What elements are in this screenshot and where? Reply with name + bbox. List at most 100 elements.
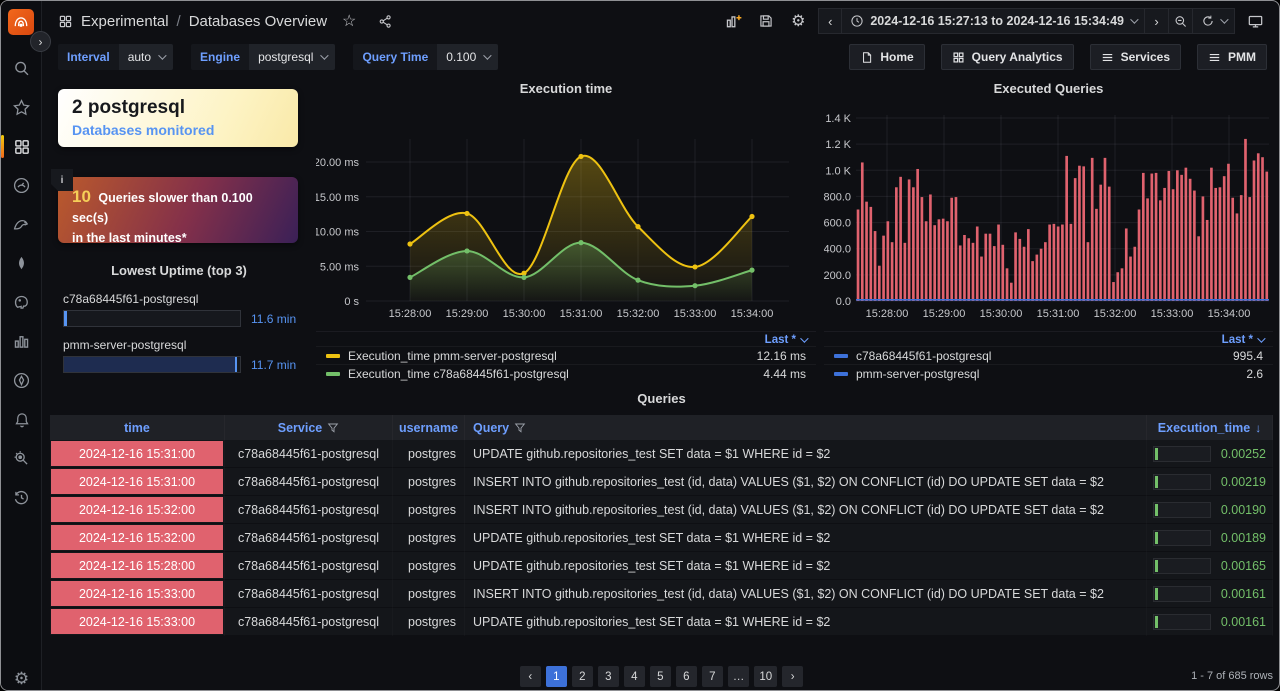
svg-text:400.0: 400.0 <box>824 244 851 256</box>
explore-icon[interactable] <box>1 361 42 400</box>
expand-sidebar-button[interactable]: › <box>30 31 51 52</box>
svg-text:800.0: 800.0 <box>824 191 851 203</box>
column-header-time[interactable]: time <box>50 415 225 440</box>
time-range-button[interactable]: 2024-12-16 15:27:13 to 2024-12-16 15:34:… <box>842 8 1145 34</box>
panel-title: Queries <box>50 391 1273 411</box>
query-analytics-icon[interactable] <box>1 439 42 478</box>
info-corner-icon[interactable]: i <box>51 169 73 191</box>
page-button-7[interactable]: 7 <box>702 666 723 687</box>
cell-service: c78a68445f61-postgresql <box>225 496 393 524</box>
cell-execution-time: 0.00161 <box>1147 608 1273 636</box>
dashboard-settings-icon[interactable]: ⚙ <box>784 8 812 34</box>
legend-row[interactable]: Execution_time c78a68445f61-postgresql 4.… <box>316 364 816 382</box>
save-dashboard-icon[interactable] <box>752 8 780 34</box>
cell-time: 2024-12-16 15:33:00 <box>50 580 225 608</box>
prev-page-button[interactable]: ‹ <box>520 666 541 687</box>
series-label[interactable]: Execution_time pmm-server-postgresql <box>348 349 557 363</box>
chevron-down-icon <box>483 51 491 59</box>
legend-sort-header[interactable]: Last * <box>316 332 816 346</box>
page-button-4[interactable]: 4 <box>624 666 645 687</box>
legend-sort-header[interactable]: Last * <box>824 332 1273 346</box>
column-header-username[interactable]: username <box>393 415 465 440</box>
nav-button-home[interactable]: Home <box>849 44 924 70</box>
panel-title: Execution time <box>316 81 816 101</box>
slow-queries-stat[interactable]: 10 Queries slower than 0.100 sec(s) in t… <box>58 177 298 243</box>
starred-icon[interactable] <box>1 88 42 127</box>
document-icon <box>860 51 873 64</box>
column-header-query[interactable]: Query <box>465 415 1147 440</box>
nav-button-services[interactable]: Services <box>1090 44 1181 70</box>
zoom-out-icon[interactable] <box>1169 8 1193 34</box>
mysql-icon[interactable] <box>1 205 42 244</box>
page-button-6[interactable]: 6 <box>676 666 697 687</box>
cell-execution-time: 0.00189 <box>1147 524 1273 552</box>
home-dashboard-icon[interactable] <box>1 166 42 205</box>
search-icon[interactable] <box>1 49 42 88</box>
add-panel-icon[interactable] <box>720 8 748 34</box>
svg-text:1.2 K: 1.2 K <box>825 139 851 151</box>
breadcrumb-page[interactable]: Databases Overview <box>189 13 327 30</box>
column-header-execution-time[interactable]: Execution_time↓ <box>1147 415 1273 440</box>
filter-engine[interactable]: Enginepostgresql <box>191 44 335 70</box>
nav-button-query-analytics[interactable]: Query Analytics <box>941 44 1074 70</box>
alerting-icon[interactable] <box>1 400 42 439</box>
execution-time-bar <box>1153 530 1211 546</box>
sort-desc-icon[interactable]: ↓ <box>1255 421 1261 435</box>
cell-query: UPDATE github.repositories_test SET data… <box>465 552 1147 580</box>
column-header-service[interactable]: Service <box>225 415 393 440</box>
series-label[interactable]: Execution_time c78a68445f61-postgresql <box>348 367 569 381</box>
series-value: 995.4 <box>1233 349 1263 363</box>
series-label[interactable]: c78a68445f61-postgresql <box>856 349 991 363</box>
topbar-actions: ⚙ ‹ 2024-12-16 15:27:13 to 2024-12-16 15… <box>720 8 1269 34</box>
mongodb-icon[interactable] <box>1 244 42 283</box>
page-button-2[interactable]: 2 <box>572 666 593 687</box>
star-icon[interactable]: ☆ <box>335 8 363 34</box>
filter-icon[interactable] <box>514 422 526 434</box>
filter-query-time[interactable]: Query Time0.100 <box>353 44 498 70</box>
pmm-logo[interactable] <box>8 9 34 35</box>
breadcrumb-folder[interactable]: Experimental <box>81 13 169 30</box>
cell-username: postgres <box>393 580 465 608</box>
executed-queries-chart[interactable]: 0.0200.0400.0600.0800.01.0 K1.2 K1.4 K15… <box>824 101 1273 329</box>
page-button-3[interactable]: 3 <box>598 666 619 687</box>
postgresql-icon[interactable] <box>1 283 42 322</box>
execution-time-value: 0.00161 <box>1221 587 1266 601</box>
bar-gauge <box>63 356 241 373</box>
cell-query: UPDATE github.repositories_test SET data… <box>465 608 1147 636</box>
filter-value-dropdown[interactable]: 0.100 <box>437 44 498 70</box>
share-icon[interactable] <box>371 8 399 34</box>
filter-icon[interactable] <box>327 422 339 434</box>
svg-text:1.0 K: 1.0 K <box>825 165 851 177</box>
cell-username: postgres <box>393 524 465 552</box>
bar-chart-icon[interactable] <box>1 322 42 361</box>
chevron-down-icon <box>158 51 166 59</box>
execution-time-chart[interactable]: 0 s5.00 ms10.00 ms15.00 ms20.00 ms15:28:… <box>316 101 816 329</box>
svg-text:1.4 K: 1.4 K <box>825 113 851 125</box>
page-button-5[interactable]: 5 <box>650 666 671 687</box>
page-button-10[interactable]: 10 <box>754 666 777 687</box>
page-button-1[interactable]: 1 <box>546 666 567 687</box>
legend-row[interactable]: pmm-server-postgresql2.6 <box>824 364 1273 382</box>
databases-monitored-stat[interactable]: 2 postgresql Databases monitored <box>58 89 298 147</box>
svg-text:15:34:00: 15:34:00 <box>731 308 774 320</box>
next-page-button[interactable]: › <box>782 666 803 687</box>
dashboards-icon[interactable] <box>1 127 42 166</box>
filter-label: Engine <box>191 44 249 70</box>
time-back-icon[interactable]: ‹ <box>818 8 842 34</box>
series-value: 4.44 ms <box>763 367 806 381</box>
settings-icon[interactable]: ⚙ <box>1 669 42 691</box>
filter-interval[interactable]: Intervalauto <box>58 44 173 70</box>
filter-value-dropdown[interactable]: auto <box>119 44 173 70</box>
history-icon[interactable] <box>1 478 42 517</box>
legend-row[interactable]: c78a68445f61-postgresql 995.4 <box>824 346 1273 364</box>
sidebar: ⚙ <box>1 1 42 690</box>
filter-value-dropdown[interactable]: postgresql <box>249 44 335 70</box>
time-forward-icon[interactable]: › <box>1145 8 1169 34</box>
page-ellipsis[interactable]: … <box>728 666 750 687</box>
kiosk-mode-icon[interactable] <box>1241 8 1269 34</box>
nav-button-pmm[interactable]: PMM <box>1197 44 1267 70</box>
panel-title: Lowest Uptime (top 3) <box>50 263 308 278</box>
legend-row[interactable]: Execution_time pmm-server-postgresql12.1… <box>316 346 816 364</box>
refresh-icon[interactable] <box>1193 8 1235 34</box>
series-label[interactable]: pmm-server-postgresql <box>856 367 979 381</box>
